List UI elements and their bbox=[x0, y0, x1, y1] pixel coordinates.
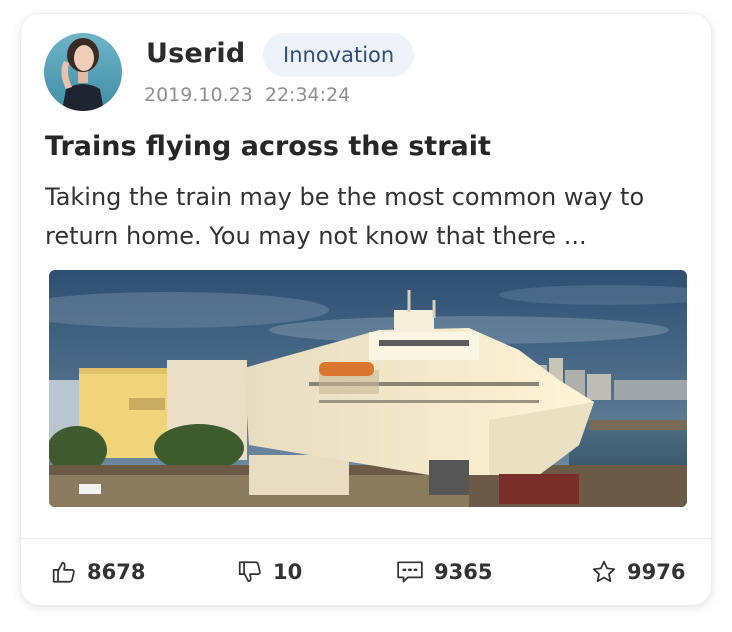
dislike-button[interactable]: 10 bbox=[237, 555, 302, 589]
comment-count: 9365 bbox=[434, 560, 493, 584]
star-icon bbox=[591, 559, 617, 585]
like-count: 8678 bbox=[87, 560, 146, 584]
actions-divider bbox=[21, 538, 711, 539]
avatar[interactable] bbox=[44, 33, 122, 111]
post-card[interactable]: Userid Innovation 2019.10.23 22:34:24 Tr… bbox=[21, 14, 711, 605]
post-excerpt[interactable]: Taking the train may be the most common … bbox=[45, 178, 685, 256]
comment-button[interactable]: 9365 bbox=[396, 555, 492, 589]
like-button[interactable]: 8678 bbox=[51, 555, 145, 589]
thumbs-up-icon bbox=[51, 559, 77, 585]
category-tag[interactable]: Innovation bbox=[263, 33, 415, 77]
avatar-image bbox=[44, 33, 122, 111]
ferry-photo bbox=[49, 270, 687, 507]
thumbs-down-icon bbox=[237, 559, 263, 585]
post-timestamp: 2019.10.23 22:34:24 bbox=[144, 84, 351, 106]
favorite-button[interactable]: 9976 bbox=[591, 555, 685, 589]
dislike-count: 10 bbox=[273, 560, 303, 584]
post-image[interactable] bbox=[49, 270, 687, 507]
favorite-count: 9976 bbox=[627, 560, 686, 584]
post-title[interactable]: Trains flying across the strait bbox=[45, 131, 491, 162]
comment-icon bbox=[396, 559, 424, 585]
username[interactable]: Userid bbox=[146, 38, 245, 69]
